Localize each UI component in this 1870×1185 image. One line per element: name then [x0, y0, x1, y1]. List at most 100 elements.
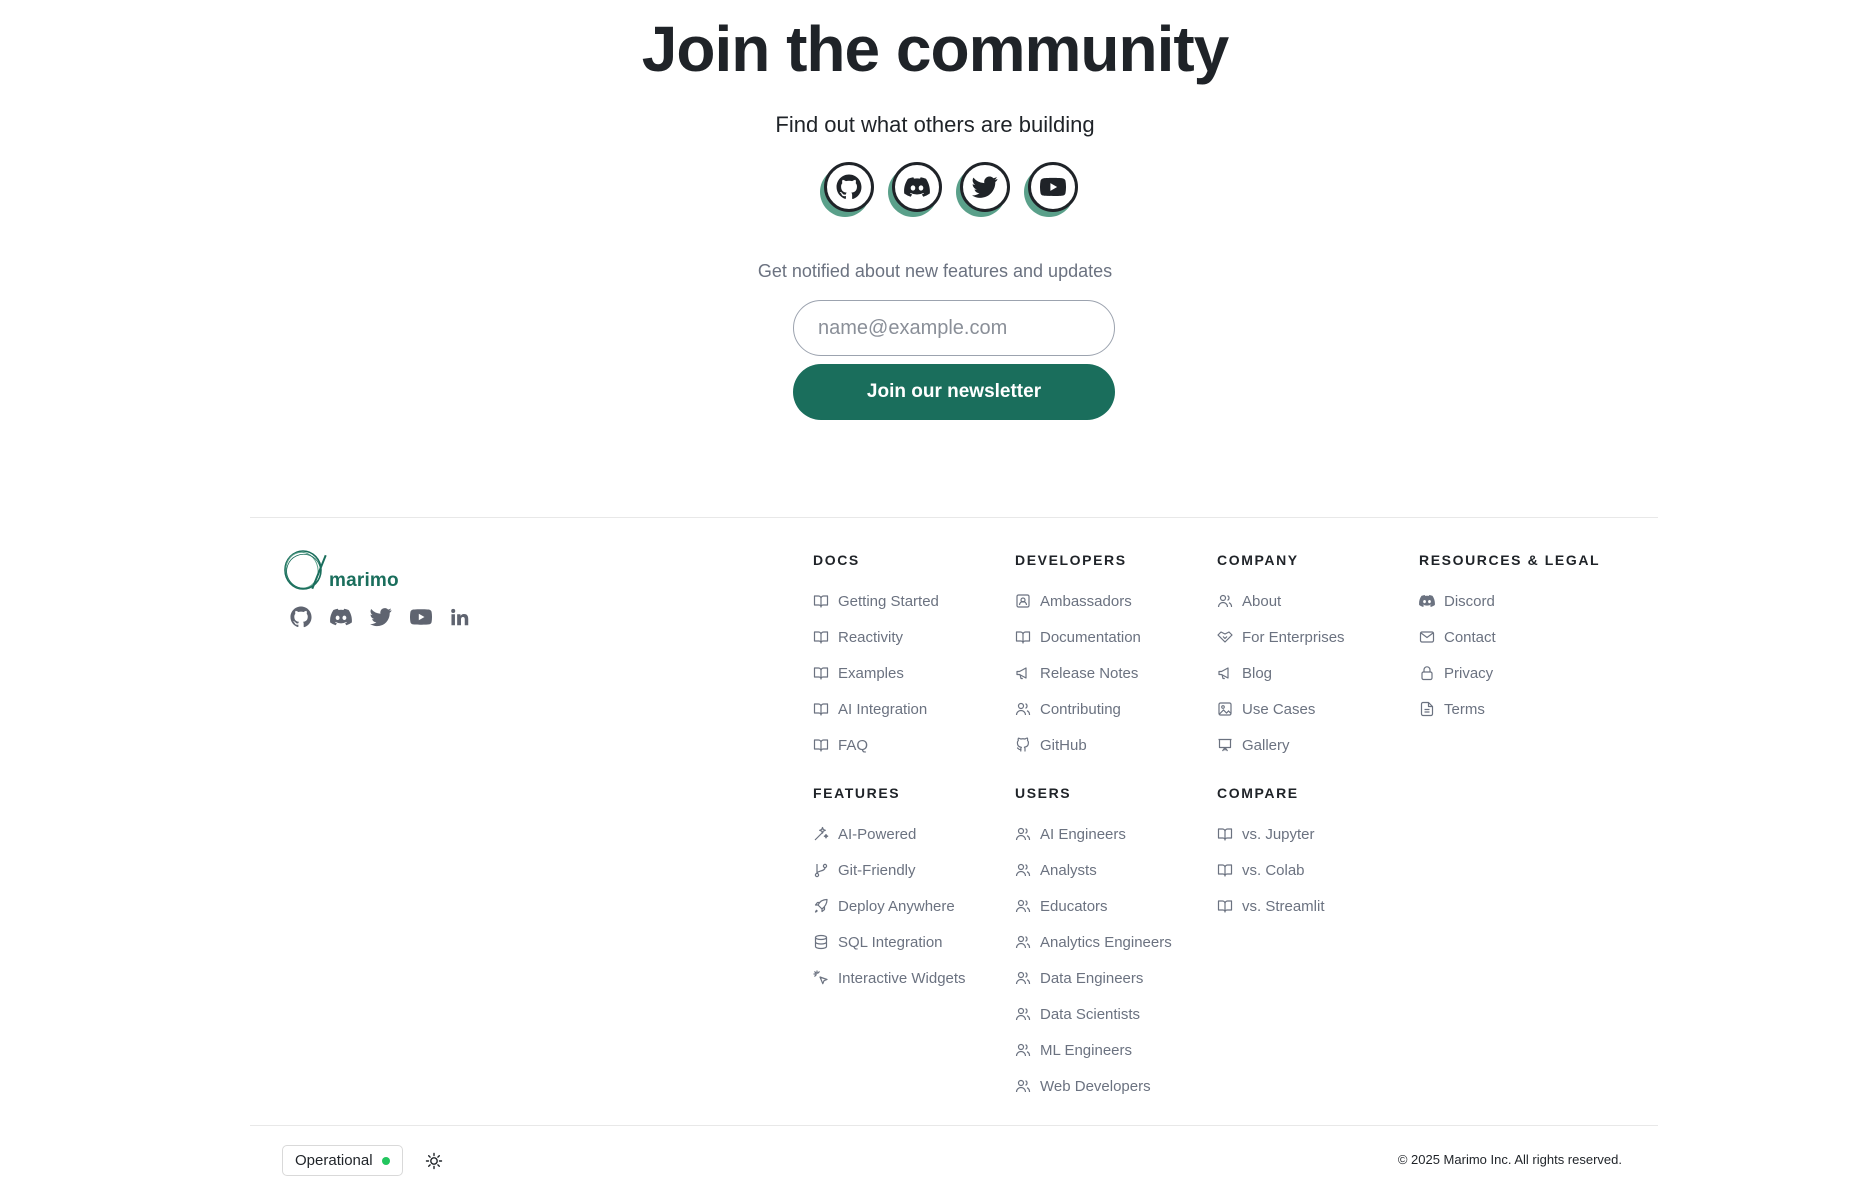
footer-link-interactive-widgets[interactable]: Interactive Widgets [813, 960, 1013, 996]
youtube-button[interactable] [1024, 162, 1078, 217]
resources-link-list: Discord Contact Privacy Terms [1419, 583, 1639, 727]
join-newsletter-button[interactable]: Join our newsletter [793, 364, 1115, 420]
link-label: Blog [1242, 664, 1273, 682]
link-label: Gallery [1242, 736, 1290, 754]
file-icon [1419, 701, 1435, 717]
footer-link-privacy[interactable]: Privacy [1419, 655, 1639, 691]
footer-link-examples[interactable]: Examples [813, 655, 1013, 691]
footer-link-contact[interactable]: Contact [1419, 619, 1639, 655]
footer-link-vs-colab[interactable]: vs. Colab [1217, 852, 1417, 888]
book-icon [1217, 862, 1233, 878]
footer-link-release-notes[interactable]: Release Notes [1015, 655, 1215, 691]
footer-link-analytics-engineers[interactable]: Analytics Engineers [1015, 924, 1215, 960]
footer-link-analysts[interactable]: Analysts [1015, 852, 1215, 888]
database-icon [813, 934, 829, 950]
footer-link-faq[interactable]: FAQ [813, 727, 1013, 763]
github-icon[interactable] [290, 606, 312, 628]
twitter-button[interactable] [956, 162, 1010, 217]
footer-link-gallery[interactable]: Gallery [1217, 727, 1417, 763]
link-label: Deploy Anywhere [838, 897, 955, 915]
footer-link-for-enterprises[interactable]: For Enterprises [1217, 619, 1417, 655]
footer-link-ai-engineers[interactable]: AI Engineers [1015, 816, 1215, 852]
footer-column-company: COMPANY About For Enterprises Blog Use C… [1217, 551, 1417, 763]
link-label: Ambassadors [1040, 592, 1132, 610]
footer-link-getting-started[interactable]: Getting Started [813, 583, 1013, 619]
users-icon [1015, 1078, 1031, 1094]
discord-icon[interactable] [330, 606, 352, 628]
footer-divider [250, 517, 1658, 518]
linkedin-icon[interactable] [450, 606, 472, 628]
link-label: Data Scientists [1040, 1005, 1141, 1023]
users-icon [1015, 970, 1031, 986]
users-icon [1015, 934, 1031, 950]
footer-link-educators[interactable]: Educators [1015, 888, 1215, 924]
book-icon [1015, 629, 1031, 645]
link-label: Use Cases [1242, 700, 1316, 718]
footer-link-documentation[interactable]: Documentation [1015, 619, 1215, 655]
newsletter-email-input[interactable] [793, 300, 1115, 356]
pointer-icon [813, 970, 829, 986]
page: Join the community Find out what others … [0, 0, 1870, 1185]
status-dot [381, 1156, 390, 1165]
users-icon [1015, 1042, 1031, 1058]
footer-link-data-engineers[interactable]: Data Engineers [1015, 960, 1215, 996]
footer-link-ambassadors[interactable]: Ambassadors [1015, 583, 1215, 619]
rocket-icon [813, 898, 829, 914]
book-icon [813, 665, 829, 681]
theme-toggle-button[interactable] [424, 1151, 444, 1171]
github-button[interactable] [820, 162, 874, 217]
footer-link-web-developers[interactable]: Web Developers [1015, 1068, 1215, 1104]
footer-link-use-cases[interactable]: Use Cases [1217, 691, 1417, 727]
features-link-list: AI-Powered Git-Friendly Deploy Anywhere … [813, 816, 1013, 996]
footer-column-resources: RESOURCES & LEGAL Discord Contact Privac… [1419, 551, 1639, 727]
users-icon [1217, 593, 1233, 609]
community-title: Join the community [641, 13, 1230, 85]
footer-link-vs-streamlit[interactable]: vs. Streamlit [1217, 888, 1417, 924]
footer-link-ai-integration[interactable]: AI Integration [813, 691, 1013, 727]
footer-social-links [290, 606, 472, 628]
link-label: Educators [1040, 897, 1108, 915]
footer-link-github[interactable]: GitHub [1015, 727, 1215, 763]
column-heading-company: COMPANY [1217, 552, 1299, 568]
developers-link-list: Ambassadors Documentation Release Notes … [1015, 583, 1215, 763]
footer-column-docs: DOCS Getting Started Reactivity Examples… [813, 551, 1013, 763]
link-label: Analysts [1040, 861, 1097, 879]
youtube-icon[interactable] [410, 606, 432, 628]
link-label: Getting Started [838, 592, 939, 610]
footer-link-git-friendly[interactable]: Git-Friendly [813, 852, 1013, 888]
column-heading-features: FEATURES [813, 785, 901, 801]
footer-link-reactivity[interactable]: Reactivity [813, 619, 1013, 655]
status-badge[interactable]: Operational [282, 1145, 403, 1176]
youtube-icon [1028, 162, 1078, 212]
link-label: Terms [1444, 700, 1485, 718]
footer-link-sql-integration[interactable]: SQL Integration [813, 924, 1013, 960]
users-icon [1015, 826, 1031, 842]
footer-link-contributing[interactable]: Contributing [1015, 691, 1215, 727]
compare-link-list: vs. Jupyter vs. Colab vs. Streamlit [1217, 816, 1417, 924]
newsletter-notify-text: Get notified about new features and upda… [757, 261, 1113, 281]
link-label: Analytics Engineers [1040, 933, 1172, 951]
column-heading-compare: COMPARE [1217, 785, 1299, 801]
users-icon [1015, 701, 1031, 717]
footer-link-discord[interactable]: Discord [1419, 583, 1639, 619]
discord-button[interactable] [888, 162, 942, 217]
footer-link-terms[interactable]: Terms [1419, 691, 1639, 727]
users-link-list: AI Engineers Analysts Educators Analytic… [1015, 816, 1215, 1104]
footer-column-compare: COMPARE vs. Jupyter vs. Colab vs. Stream… [1217, 784, 1417, 924]
link-label: FAQ [838, 736, 869, 754]
footer-link-vs-jupyter[interactable]: vs. Jupyter [1217, 816, 1417, 852]
footer-link-data-scientists[interactable]: Data Scientists [1015, 996, 1215, 1032]
marimo-logo[interactable]: marimo [281, 548, 421, 596]
link-label: ML Engineers [1040, 1041, 1132, 1059]
twitter-icon[interactable] [370, 606, 392, 628]
book-icon [1217, 826, 1233, 842]
footer-link-deploy-anywhere[interactable]: Deploy Anywhere [813, 888, 1013, 924]
footer-link-about[interactable]: About [1217, 583, 1417, 619]
git-branch-icon [813, 862, 829, 878]
footer-link-ai-powered[interactable]: AI-Powered [813, 816, 1013, 852]
footer-link-blog[interactable]: Blog [1217, 655, 1417, 691]
link-label: Documentation [1040, 628, 1141, 646]
book-icon [813, 629, 829, 645]
footer-link-ml-engineers[interactable]: ML Engineers [1015, 1032, 1215, 1068]
docs-link-list: Getting Started Reactivity Examples AI I… [813, 583, 1013, 763]
